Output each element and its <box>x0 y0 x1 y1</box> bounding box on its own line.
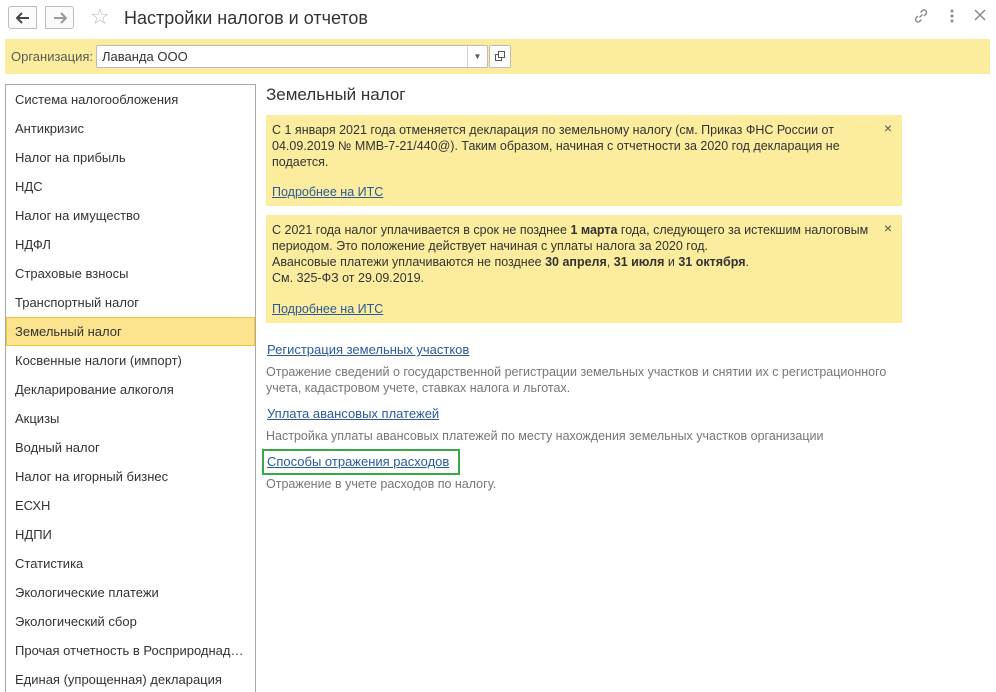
notice-text: С 1 января 2021 года отменяется декларац… <box>272 123 840 169</box>
notice-text: С 2021 года налог уплачивается в срок не… <box>272 223 869 285</box>
sidebar-item[interactable]: ЕСХН <box>6 491 255 520</box>
sidebar-item[interactable]: Антикризис <box>6 114 255 143</box>
close-icon[interactable] <box>974 8 986 26</box>
close-icon[interactable]: × <box>884 120 892 136</box>
close-icon[interactable]: × <box>884 220 892 236</box>
forward-button[interactable] <box>45 6 74 29</box>
sidebar-item[interactable]: Статистика <box>6 549 255 578</box>
notice-payment-terms: С 2021 года налог уплачивается в срок не… <box>266 215 902 323</box>
sidebar-item[interactable]: НДФЛ <box>6 230 255 259</box>
sidebar-item[interactable]: Экологический сбор <box>6 607 255 636</box>
land-registration-description: Отражение сведений о государственной рег… <box>266 365 887 395</box>
notice-declaration-cancelled: С 1 января 2021 года отменяется декларац… <box>266 115 902 206</box>
sidebar-item[interactable]: Косвенные налоги (импорт) <box>6 346 255 375</box>
advance-payments-description: Настройка уплаты авансовых платежей по м… <box>266 429 824 443</box>
sidebar-item[interactable]: Страховые взносы <box>6 259 255 288</box>
page-title: Настройки налогов и отчетов <box>124 8 368 28</box>
star-icon[interactable]: ☆ <box>90 5 110 29</box>
open-window-icon <box>494 51 505 61</box>
sidebar-item[interactable]: Единая (упрощенная) декларация <box>6 665 255 692</box>
title-bar: ☆ Настройки налогов и отчетов <box>0 0 996 36</box>
link-icon[interactable] <box>913 8 929 29</box>
section-title: Земельный налог <box>266 85 406 104</box>
sidebar-item[interactable]: НДПИ <box>6 520 255 549</box>
expense-methods-link[interactable]: Способы отражения расходов <box>267 454 449 469</box>
sidebar-item[interactable]: Налог на игорный бизнес <box>6 462 255 491</box>
organization-field[interactable]: Лаванда ООО ▼ <box>96 45 488 68</box>
organization-label: Организация: <box>11 49 94 64</box>
sidebar-item[interactable]: Водный налог <box>6 433 255 462</box>
more-vertical-icon[interactable] <box>949 8 955 29</box>
dropdown-button[interactable]: ▼ <box>467 46 487 67</box>
sidebar-nav: Система налогообложения Антикризис Налог н… <box>5 84 256 692</box>
advance-payments-link[interactable]: Уплата авансовых платежей <box>267 406 439 421</box>
sidebar-item[interactable]: Система налогообложения <box>6 85 255 114</box>
expense-methods-description: Отражение в учете расходов по налогу. <box>266 477 497 491</box>
sidebar-item[interactable]: Налог на имущество <box>6 201 255 230</box>
sidebar-item[interactable]: Экологические платежи <box>6 578 255 607</box>
its-details-link[interactable]: Подробнее на ИТС <box>272 301 383 317</box>
sidebar-item[interactable]: Декларирование алкоголя <box>6 375 255 404</box>
sidebar-item[interactable]: Земельный налог <box>6 317 255 346</box>
sidebar-item[interactable]: Акцизы <box>6 404 255 433</box>
its-details-link[interactable]: Подробнее на ИТС <box>272 184 383 200</box>
land-registration-link[interactable]: Регистрация земельных участков <box>267 342 469 357</box>
sidebar-item[interactable]: Прочая отчетность в Росприроднад… <box>6 636 255 665</box>
sidebar-item[interactable]: НДС <box>6 172 255 201</box>
sidebar-item[interactable]: Транспортный налог <box>6 288 255 317</box>
sidebar-item[interactable]: Налог на прибыль <box>6 143 255 172</box>
organization-value: Лаванда ООО <box>102 49 188 64</box>
chevron-down-icon: ▼ <box>473 52 482 61</box>
open-organization-button[interactable] <box>489 45 511 68</box>
organization-bar: Организация: Лаванда ООО ▼ <box>5 39 990 74</box>
arrow-right-icon <box>53 11 67 24</box>
back-button[interactable] <box>8 6 37 29</box>
arrow-left-icon <box>15 11 29 24</box>
